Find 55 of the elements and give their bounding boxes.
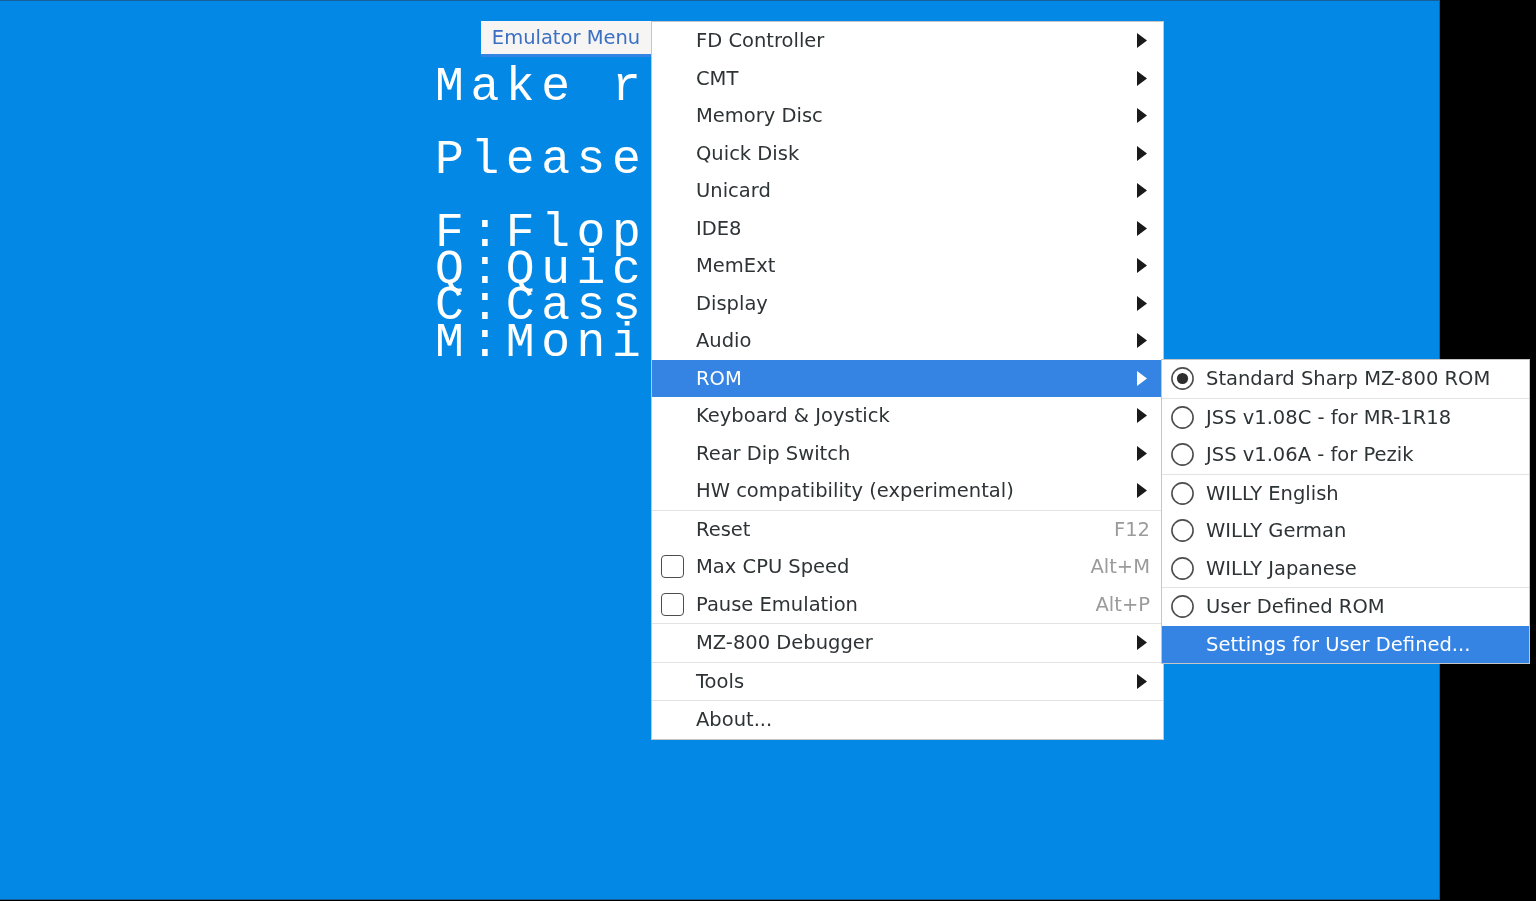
caret-right-icon [1137,295,1147,311]
menu-item[interactable]: Quick Disk [652,134,1163,172]
menu-item[interactable]: CMT [652,59,1163,97]
menu-item[interactable]: Tools [652,662,1163,700]
radio-button[interactable] [1171,405,1194,429]
menu-item[interactable]: Keyboard & Joystick [652,397,1163,435]
menu-item[interactable]: IDE8 [652,209,1163,247]
caret-right-icon [1137,635,1147,651]
shortcut-text: Alt+M [1090,554,1150,581]
checkbox[interactable] [661,592,684,616]
caret-right-icon [1137,145,1147,161]
menu-item[interactable]: MemExt [652,247,1163,285]
caret-right-icon [1137,258,1147,274]
radio-button[interactable] [1171,367,1194,391]
caret-right-icon [1137,333,1147,349]
caret-right-icon [1137,370,1147,386]
caret-right-icon [1137,483,1147,499]
menu-item[interactable]: MZ-800 Debugger [652,624,1163,662]
menu-item[interactable]: Rear Dip Switch [652,434,1163,472]
caret-right-icon [1137,445,1147,461]
menu-item[interactable]: Memory Disc [652,97,1163,135]
menu-item[interactable]: Reset F12 [652,510,1163,548]
caret-right-icon [1137,70,1147,86]
menu-item[interactable]: JSS v1.06A - for Pezik [1162,436,1529,474]
menu-item[interactable]: WILLY Japanese [1162,549,1529,587]
emulator-menu-button[interactable]: Emulator Menu [481,21,651,57]
shortcut-text: Alt+P [1095,591,1150,618]
radio-button[interactable] [1171,556,1194,580]
menu-item[interactable]: ROM [652,359,1163,397]
menu-item[interactable]: WILLY German [1162,512,1529,550]
checkbox[interactable] [661,555,684,579]
caret-right-icon [1137,183,1147,199]
caret-right-icon [1137,108,1147,124]
menu-item[interactable]: FD Controller [652,22,1163,60]
menu-item[interactable]: Unicard [652,172,1163,210]
caret-right-icon [1137,673,1147,689]
menu-item[interactable]: About... [652,701,1163,739]
menu-item[interactable]: Settings for User Defined... [1162,625,1529,663]
radio-button[interactable] [1171,519,1194,543]
menu-item[interactable]: Display [652,284,1163,322]
caret-right-icon [1137,33,1147,49]
caret-right-icon [1137,220,1147,236]
menu-item[interactable]: HW compatibility (experimental) [652,472,1163,510]
menu-item[interactable]: Max CPU Speed Alt+M [652,548,1163,586]
caret-right-icon [1137,408,1147,424]
radio-button[interactable] [1171,443,1194,467]
menu-item[interactable]: WILLY English [1162,474,1529,512]
shortcut-text: F12 [1113,516,1150,543]
radio-button[interactable] [1171,481,1194,505]
menu-item[interactable]: Audio [652,322,1163,360]
radio-button[interactable] [1171,595,1194,619]
menu-item[interactable]: User Defined ROM [1162,588,1529,626]
menu-item[interactable]: Pause Emulation Alt+P [652,585,1163,623]
menu-item[interactable]: Standard Sharp MZ-800 ROM [1162,360,1529,398]
menu-item[interactable]: JSS v1.08C - for MR-1R18 [1162,398,1529,436]
